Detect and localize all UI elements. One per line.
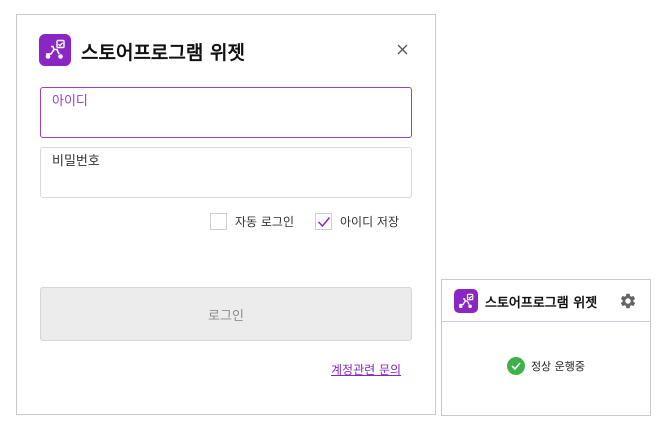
auto-login-checkbox[interactable] (210, 213, 227, 230)
login-panel: 스토어프로그램 위젯 자동 로그인 아이디 저장 로그인 계정관련 문의 (16, 14, 436, 415)
auto-login-option[interactable]: 자동 로그인 (210, 213, 294, 230)
status-text: 정상 운행중 (530, 360, 586, 373)
status-widget-header: 스토어프로그램 위젯 (442, 280, 650, 322)
status-widget: 스토어프로그램 위젯 정상 운행중 (441, 279, 651, 416)
close-button[interactable] (390, 37, 414, 61)
password-input[interactable] (52, 154, 400, 169)
status-indicator: 정상 운행중 (442, 357, 650, 375)
save-id-label: 아이디 저장 (340, 215, 400, 229)
scooter-logo-icon (39, 34, 71, 66)
app-title: 스토어프로그램 위젯 (81, 42, 245, 64)
settings-button[interactable] (617, 290, 639, 312)
login-button[interactable]: 로그인 (40, 287, 412, 341)
checkmark-icon (317, 216, 330, 227)
save-id-option[interactable]: 아이디 저장 (315, 213, 399, 230)
save-id-checkbox[interactable] (315, 213, 332, 230)
id-input[interactable] (52, 94, 400, 109)
close-icon (397, 44, 407, 54)
id-field[interactable] (40, 87, 412, 138)
gear-icon (620, 293, 636, 309)
status-widget-title: 스토어프로그램 위젯 (485, 296, 598, 311)
password-field[interactable] (40, 147, 412, 198)
scooter-logo-icon (454, 289, 478, 313)
account-inquiry-link[interactable]: 계정관련 문의 (331, 361, 401, 378)
auto-login-label: 자동 로그인 (235, 215, 295, 229)
check-circle-icon (506, 357, 525, 375)
